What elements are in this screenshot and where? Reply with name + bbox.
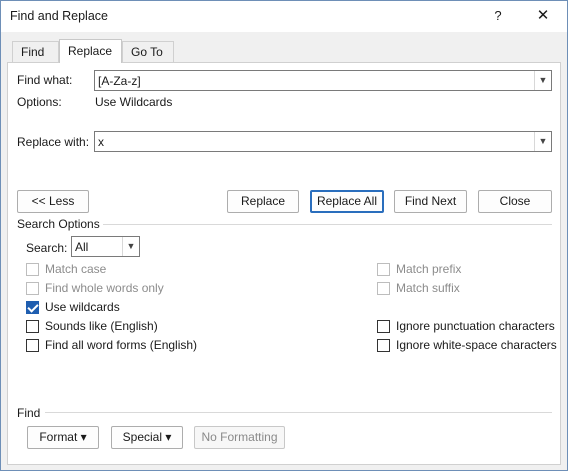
divider (103, 224, 552, 225)
replace-button[interactable]: Replace (227, 190, 299, 213)
search-options-heading: Search Options (17, 217, 100, 231)
find-replace-dialog: Find and Replace ? ✕ Find Replace Go To … (0, 0, 568, 471)
options-value: Use Wildcards (95, 95, 173, 109)
ignore-punctuation-checkbox[interactable]: Ignore punctuation characters (377, 318, 555, 334)
help-icon[interactable]: ? (483, 4, 513, 28)
sounds-like-label: Sounds like (English) (45, 319, 158, 333)
checkbox-box[interactable] (26, 319, 39, 333)
divider (45, 412, 552, 413)
whole-words-label: Find whole words only (45, 281, 164, 295)
checkbox-box[interactable] (26, 338, 39, 352)
find-what-value: [A-Za-z] (98, 74, 141, 88)
checkbox-box[interactable] (26, 262, 39, 276)
match-suffix-label: Match suffix (396, 281, 460, 295)
title-bar: Find and Replace ? ✕ (1, 1, 567, 32)
chevron-down-icon[interactable]: ▼ (534, 132, 551, 151)
find-what-input[interactable]: [A-Za-z] ▼ (94, 70, 552, 91)
find-what-label: Find what: (17, 73, 73, 87)
tab-replace-label: Replace (68, 44, 113, 58)
format-button[interactable]: Format ▾ (27, 426, 99, 449)
find-section-heading: Find (17, 406, 41, 420)
replace-with-label: Replace with: (17, 135, 90, 149)
search-direction-label: Search: (26, 241, 68, 255)
checkbox-box[interactable] (377, 319, 390, 333)
tab-find[interactable]: Find (12, 41, 59, 62)
less-button[interactable]: << Less (17, 190, 89, 213)
ignore-punctuation-label: Ignore punctuation characters (396, 319, 555, 333)
special-button[interactable]: Special ▾ (111, 426, 183, 449)
replace-with-value: x (98, 135, 104, 149)
close-button[interactable]: Close (478, 190, 552, 213)
use-wildcards-label: Use wildcards (45, 300, 120, 314)
no-formatting-button: No Formatting (194, 426, 285, 449)
search-direction-value: All (75, 240, 89, 254)
match-case-checkbox[interactable]: Match case (26, 261, 106, 277)
tab-goto-label: Go To (131, 45, 163, 59)
replace-with-input[interactable]: x ▼ (94, 131, 552, 152)
match-suffix-checkbox[interactable]: Match suffix (377, 280, 460, 296)
checkbox-box[interactable] (26, 281, 39, 295)
find-next-button[interactable]: Find Next (394, 190, 467, 213)
match-case-label: Match case (45, 262, 107, 276)
use-wildcards-checkbox[interactable]: Use wildcards (26, 299, 120, 315)
chevron-down-icon[interactable]: ▼ (534, 71, 551, 90)
whole-words-checkbox[interactable]: Find whole words only (26, 280, 164, 296)
chevron-down-icon[interactable]: ▼ (122, 237, 139, 256)
ignore-whitespace-checkbox[interactable]: Ignore white-space characters (377, 337, 557, 353)
word-forms-label: Find all word forms (English) (45, 338, 198, 352)
search-direction-select[interactable]: All ▼ (71, 236, 140, 257)
close-icon[interactable]: ✕ (528, 4, 558, 28)
word-forms-checkbox[interactable]: Find all word forms (English) (26, 337, 197, 353)
window-title: Find and Replace (10, 9, 108, 23)
replace-all-button[interactable]: Replace All (310, 190, 384, 213)
tab-find-label: Find (21, 45, 45, 59)
match-prefix-checkbox[interactable]: Match prefix (377, 261, 461, 277)
options-label: Options: (17, 95, 62, 109)
match-prefix-label: Match prefix (396, 262, 462, 276)
ignore-whitespace-label: Ignore white-space characters (396, 338, 557, 352)
tab-replace[interactable]: Replace (59, 39, 122, 63)
tab-goto[interactable]: Go To (122, 41, 174, 62)
checkbox-box[interactable] (377, 338, 390, 352)
checkbox-box[interactable] (377, 281, 390, 295)
checkbox-checked[interactable] (26, 300, 39, 314)
sounds-like-checkbox[interactable]: Sounds like (English) (26, 318, 158, 334)
checkbox-box[interactable] (377, 262, 390, 276)
